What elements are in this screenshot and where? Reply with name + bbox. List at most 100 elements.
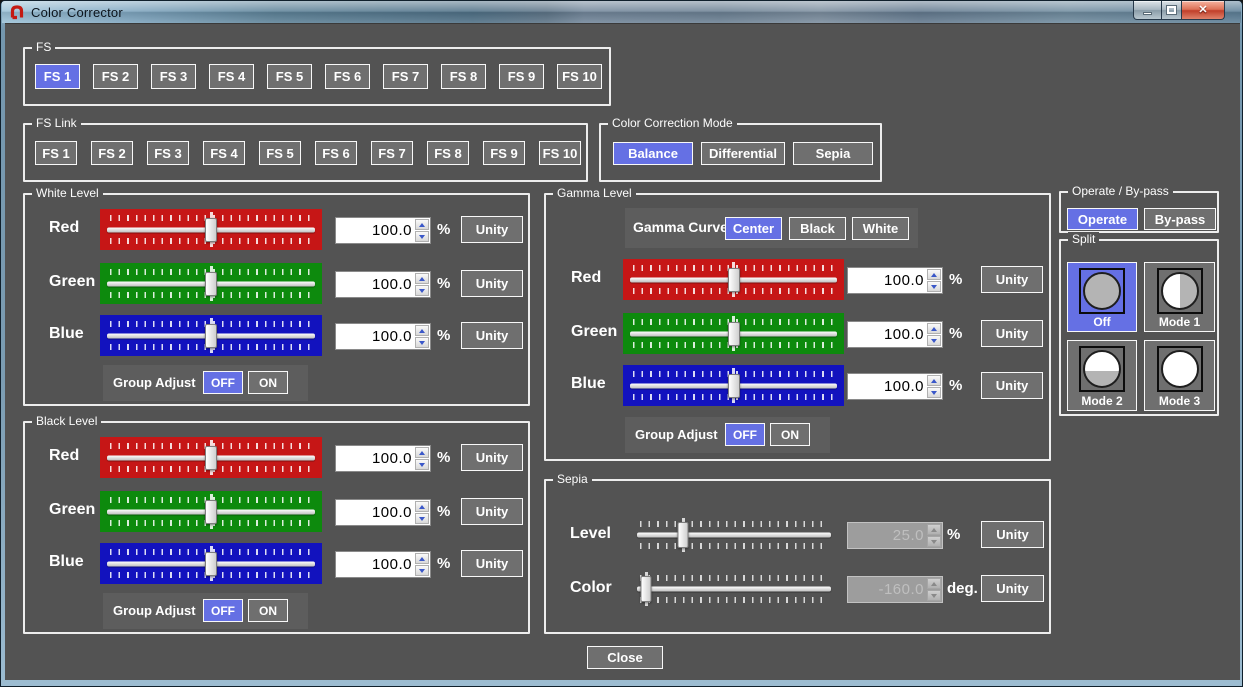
mode-sepia-button[interactable]: Sepia — [793, 142, 873, 165]
fs-link-button-fs-3[interactable]: FS 3 — [147, 141, 189, 165]
slider-thumb[interactable] — [205, 446, 217, 470]
slider-thumb[interactable] — [205, 324, 217, 348]
black-level-blue-value-field[interactable]: 100.0 — [335, 551, 431, 578]
group-adjust-off-button[interactable]: OFF — [203, 371, 243, 394]
fs-button-fs-7[interactable]: FS 7 — [383, 64, 428, 89]
close-button[interactable]: Close — [587, 646, 663, 669]
fs-button-fs-10[interactable]: FS 10 — [557, 64, 602, 89]
group-adjust-on-button[interactable]: ON — [248, 599, 288, 622]
spin-down-button[interactable] — [415, 513, 429, 524]
fs-link-button-fs-5[interactable]: FS 5 — [259, 141, 301, 165]
gamma-curve-center-button[interactable]: Center — [725, 217, 782, 240]
fs-button-fs-9[interactable]: FS 9 — [499, 64, 544, 89]
spin-up-button[interactable] — [927, 524, 941, 535]
spin-up-button[interactable] — [927, 269, 941, 280]
spin-down-button[interactable] — [415, 285, 429, 296]
spin-down-button[interactable] — [415, 337, 429, 348]
group-adjust-off-button[interactable]: OFF — [203, 599, 243, 622]
slider-thumb[interactable] — [728, 322, 740, 346]
fs-link-button-fs-6[interactable]: FS 6 — [315, 141, 357, 165]
gamma-red-slider[interactable] — [623, 259, 844, 300]
gamma-green-unity-button[interactable]: Unity — [981, 320, 1043, 347]
split-mode-3-button[interactable]: Mode 3 — [1144, 340, 1215, 411]
white-level-green-value-field[interactable]: 100.0 — [335, 271, 431, 298]
black-level-green-unity-button[interactable]: Unity — [461, 498, 523, 525]
fs-button-fs-8[interactable]: FS 8 — [441, 64, 486, 89]
spin-down-button[interactable] — [415, 459, 429, 470]
split-mode-2-button[interactable]: Mode 2 — [1067, 340, 1137, 411]
spin-up-button[interactable] — [927, 323, 941, 334]
split-mode-1-button[interactable]: Mode 1 — [1144, 262, 1215, 332]
spin-down-button[interactable] — [927, 335, 941, 346]
gamma-blue-slider[interactable] — [623, 365, 844, 406]
spin-up-button[interactable] — [927, 578, 941, 589]
white-level-green-unity-button[interactable]: Unity — [461, 270, 523, 297]
spin-up-button[interactable] — [415, 501, 429, 512]
fs-button-fs-5[interactable]: FS 5 — [267, 64, 312, 89]
maximize-button[interactable] — [1162, 1, 1182, 20]
close-window-button[interactable]: ✕ — [1182, 1, 1225, 20]
black-level-red-slider[interactable] — [100, 437, 322, 478]
white-level-red-unity-button[interactable]: Unity — [461, 216, 523, 243]
spin-up-button[interactable] — [415, 447, 429, 458]
white-level-blue-slider[interactable] — [100, 315, 322, 356]
fs-link-button-fs-1[interactable]: FS 1 — [35, 141, 77, 165]
fs-button-fs-4[interactable]: FS 4 — [209, 64, 254, 89]
fs-button-fs-3[interactable]: FS 3 — [151, 64, 196, 89]
spin-up-button[interactable] — [415, 553, 429, 564]
slider-thumb[interactable] — [728, 374, 740, 398]
gamma-blue-value-field[interactable]: 100.0 — [847, 373, 943, 400]
fs-link-button-fs-8[interactable]: FS 8 — [427, 141, 469, 165]
mode-balance-button[interactable]: Balance — [613, 142, 693, 165]
white-level-green-slider[interactable] — [100, 263, 322, 304]
white-level-red-slider[interactable] — [100, 209, 322, 250]
sepia-color-unity-button[interactable]: Unity — [981, 575, 1044, 602]
black-level-blue-unity-button[interactable]: Unity — [461, 550, 523, 577]
slider-thumb[interactable] — [205, 272, 217, 296]
white-level-blue-unity-button[interactable]: Unity — [461, 322, 523, 349]
sepia-level-unity-button[interactable]: Unity — [981, 521, 1044, 548]
minimize-button[interactable] — [1133, 1, 1162, 20]
mode-differential-button[interactable]: Differential — [701, 142, 785, 165]
black-level-red-value-field[interactable]: 100.0 — [335, 445, 431, 472]
slider-thumb[interactable] — [205, 218, 217, 242]
fs-link-button-fs-7[interactable]: FS 7 — [371, 141, 413, 165]
group-adjust-on-button[interactable]: ON — [248, 371, 288, 394]
fs-button-fs-6[interactable]: FS 6 — [325, 64, 370, 89]
titlebar[interactable]: Color Corrector ✕ — [2, 1, 1241, 23]
white-level-red-value-field[interactable]: 100.0 — [335, 217, 431, 244]
sepia-color-slider[interactable] — [630, 569, 838, 609]
sepia-color-value-field[interactable]: -160.0 — [847, 576, 943, 603]
spin-down-button[interactable] — [927, 536, 941, 547]
spin-down-button[interactable] — [927, 387, 941, 398]
gamma-blue-unity-button[interactable]: Unity — [981, 372, 1043, 399]
fs-link-button-fs-10[interactable]: FS 10 — [539, 141, 581, 165]
group-adjust-on-button[interactable]: ON — [770, 423, 810, 446]
black-level-green-value-field[interactable]: 100.0 — [335, 499, 431, 526]
gamma-red-unity-button[interactable]: Unity — [981, 266, 1043, 293]
gamma-green-slider[interactable] — [623, 313, 844, 354]
white-level-blue-value-field[interactable]: 100.0 — [335, 323, 431, 350]
black-level-blue-slider[interactable] — [100, 543, 322, 584]
spin-up-button[interactable] — [415, 325, 429, 336]
spin-down-button[interactable] — [927, 281, 941, 292]
split-off-button[interactable]: Off — [1067, 262, 1137, 332]
spin-up-button[interactable] — [927, 375, 941, 386]
spin-down-button[interactable] — [415, 231, 429, 242]
fs-button-fs-1[interactable]: FS 1 — [35, 64, 80, 89]
slider-thumb[interactable] — [205, 552, 217, 576]
spin-up-button[interactable] — [415, 219, 429, 230]
fs-link-button-fs-4[interactable]: FS 4 — [203, 141, 245, 165]
fs-button-fs-2[interactable]: FS 2 — [93, 64, 138, 89]
operate-button[interactable]: Operate — [1067, 208, 1138, 230]
fs-link-button-fs-2[interactable]: FS 2 — [91, 141, 133, 165]
group-adjust-off-button[interactable]: OFF — [725, 423, 765, 446]
sepia-level-value-field[interactable]: 25.0 — [847, 522, 943, 549]
gamma-red-value-field[interactable]: 100.0 — [847, 267, 943, 294]
slider-thumb[interactable] — [678, 522, 689, 548]
gamma-green-value-field[interactable]: 100.0 — [847, 321, 943, 348]
slider-thumb[interactable] — [205, 500, 217, 524]
sepia-level-slider[interactable] — [630, 515, 838, 555]
gamma-curve-white-button[interactable]: White — [852, 217, 909, 240]
slider-thumb[interactable] — [728, 268, 740, 292]
